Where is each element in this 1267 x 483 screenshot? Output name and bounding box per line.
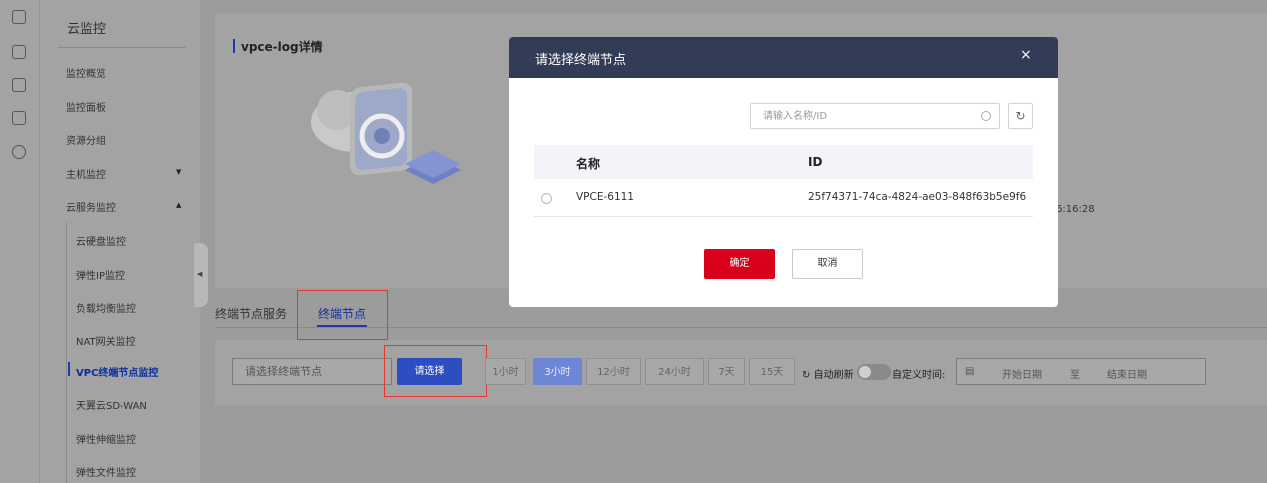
- table-header: 名称 ID: [534, 145, 1033, 179]
- search-box: [750, 103, 1000, 129]
- table-row[interactable]: VPCE-6111 25f74371-74ca-4824-ae03-848f63…: [534, 179, 1033, 217]
- auto-refresh-text: 自动刷新: [813, 370, 854, 381]
- sidebar-collapse-handle[interactable]: ◀: [194, 243, 208, 307]
- chevron-left-icon: ◀: [197, 270, 203, 278]
- dialog-header: 请选择终端节点 ×: [509, 37, 1058, 78]
- sidebar-item-dashboard[interactable]: 监控面板: [66, 99, 106, 114]
- close-icon[interactable]: ×: [1020, 47, 1032, 63]
- range-24h[interactable]: 24小时: [645, 358, 704, 385]
- sidebar-title: 云监控: [67, 22, 107, 37]
- dialog-title: 请选择终端节点: [535, 53, 627, 68]
- confirm-button[interactable]: 确定: [704, 249, 775, 279]
- auto-refresh-toggle[interactable]: [857, 364, 891, 380]
- time-value: 6:16:28: [1056, 204, 1095, 215]
- row-id: 25f74371-74ca-4824-ae03-848f63b5e9f6: [808, 191, 1027, 203]
- monitor-icon[interactable]: [12, 45, 26, 59]
- highlight-box: [297, 290, 388, 340]
- sidebar-item-sfs[interactable]: 弹性文件监控: [76, 464, 136, 479]
- refresh-icon: ↻: [802, 370, 811, 381]
- sidebar-item-host-monitor[interactable]: 主机监控: [66, 166, 106, 181]
- cancel-button[interactable]: 取消: [792, 249, 863, 279]
- auto-refresh-label: ↻ 自动刷新: [802, 366, 854, 381]
- sidebar-item-resource-group[interactable]: 资源分组: [66, 132, 106, 147]
- active-indicator: [68, 362, 70, 376]
- sidebar-item-overview[interactable]: 监控概览: [66, 65, 106, 80]
- range-separator: 至: [1070, 370, 1080, 381]
- range-3h[interactable]: 3小时: [533, 358, 582, 385]
- dashboard-icon[interactable]: [12, 111, 26, 125]
- detail-title: vpce-log详情: [233, 39, 323, 54]
- search-icon[interactable]: [981, 111, 991, 121]
- sidebar-item-autoscaling[interactable]: 弹性伸缩监控: [76, 431, 136, 446]
- column-name: 名称: [576, 157, 601, 171]
- sidebar-item-elb[interactable]: 负载均衡监控: [76, 300, 136, 315]
- start-date[interactable]: 开始日期: [1002, 366, 1042, 381]
- chevron-up-icon[interactable]: ▲: [176, 201, 181, 209]
- chevron-down-icon[interactable]: ▼: [176, 168, 181, 176]
- sidebar-item-eip[interactable]: 弹性IP监控: [76, 267, 125, 282]
- grid-icon[interactable]: [12, 10, 26, 24]
- column-id: ID: [808, 155, 823, 169]
- settings-icon[interactable]: [12, 145, 26, 159]
- sidebar: 云监控 监控概览 监控面板 资源分组 主机监控 ▼ 云服务监控 ▲ 云硬盘监控 …: [40, 0, 200, 483]
- calendar-icon: ▤: [965, 366, 975, 377]
- tab-endpoint-service[interactable]: 终端节点服务: [215, 305, 287, 322]
- sidebar-item-nat[interactable]: NAT网关监控: [76, 333, 136, 348]
- sidebar-item-vpce[interactable]: VPC终端节点监控: [76, 364, 158, 379]
- row-name: VPCE-6111: [576, 191, 634, 203]
- highlight-box: [384, 345, 487, 397]
- select-endpoint-dialog: 请选择终端节点 × ↻ 名称 ID VPCE-6111 25f74371-74c…: [509, 37, 1058, 307]
- refresh-button[interactable]: ↻: [1008, 103, 1033, 129]
- divider: [58, 47, 186, 48]
- end-date[interactable]: 结束日期: [1107, 366, 1147, 381]
- icon-rail: [0, 0, 40, 483]
- search-input[interactable]: [751, 104, 961, 128]
- sidebar-item-sdwan[interactable]: 天翼云SD-WAN: [76, 397, 147, 412]
- range-15d[interactable]: 15天: [749, 358, 795, 385]
- range-7d[interactable]: 7天: [708, 358, 745, 385]
- range-12h[interactable]: 12小时: [586, 358, 641, 385]
- chart-icon[interactable]: [12, 78, 26, 92]
- date-range-picker[interactable]: ▤ 开始日期 至 结束日期: [956, 358, 1206, 385]
- sidebar-item-disk[interactable]: 云硬盘监控: [76, 233, 126, 248]
- row-radio[interactable]: [541, 193, 552, 204]
- node-select-input[interactable]: 请选择终端节点: [232, 358, 392, 385]
- illustration-icon: [311, 82, 461, 184]
- sidebar-item-cloud-service[interactable]: 云服务监控: [66, 199, 116, 214]
- range-1h[interactable]: 1小时: [485, 358, 526, 385]
- submenu-line: [66, 222, 67, 483]
- custom-time-label: 自定义时间:: [892, 370, 946, 381]
